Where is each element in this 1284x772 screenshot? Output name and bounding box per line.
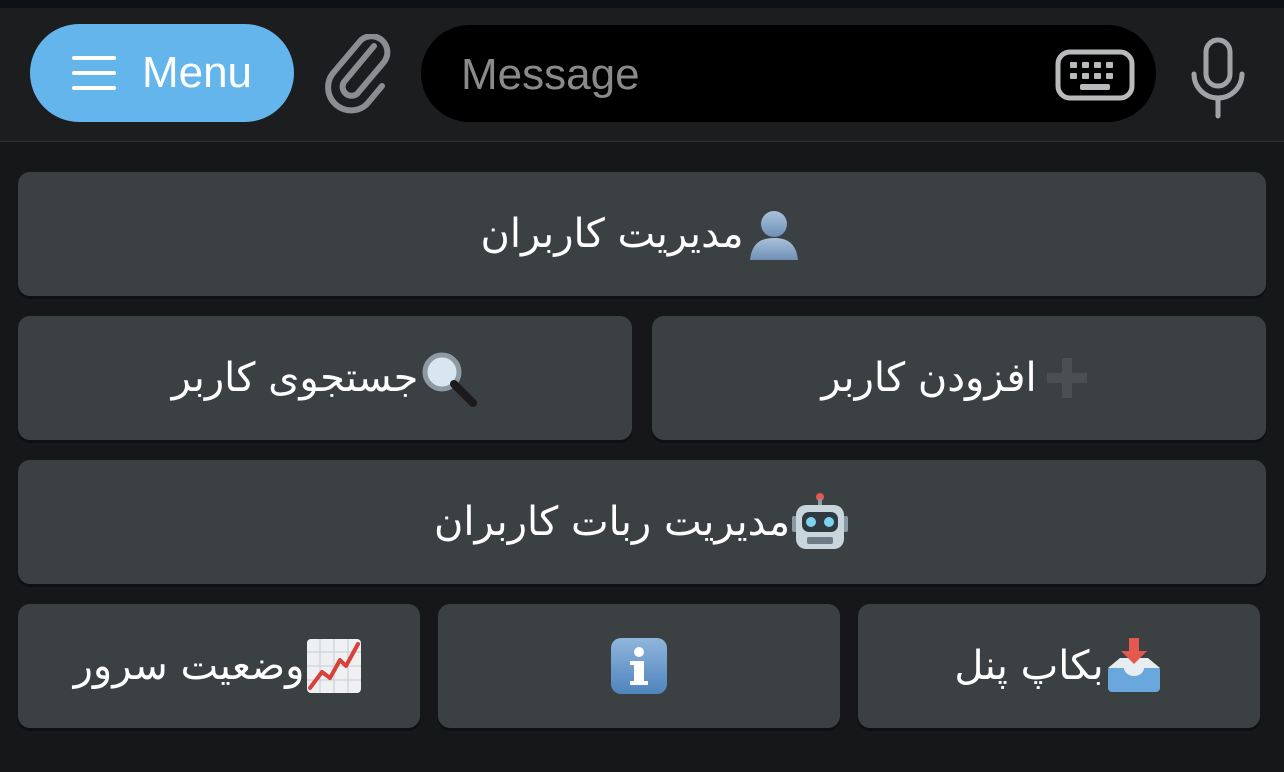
info-button[interactable] bbox=[438, 604, 840, 728]
panel-backup-button[interactable]: بکاپ پنل bbox=[858, 604, 1260, 728]
server-status-button[interactable]: وضعیت سرور bbox=[18, 604, 420, 728]
manage-user-bots-button[interactable]: مدیریت ربات کاربران bbox=[18, 460, 1266, 584]
message-box bbox=[421, 25, 1156, 124]
add-user-label: افزودن کاربر bbox=[821, 355, 1037, 401]
panel-backup-label: بکاپ پنل bbox=[954, 643, 1104, 689]
manage-users-button[interactable]: مدیریت کاربران bbox=[18, 172, 1266, 296]
message-input[interactable] bbox=[459, 25, 1043, 124]
message-composer: Menu bbox=[0, 8, 1284, 142]
magnifier-icon bbox=[418, 348, 478, 408]
manage-user-bots-label: مدیریت ربات کاربران bbox=[434, 499, 790, 545]
plus-icon bbox=[1037, 348, 1097, 408]
keyboard-icon[interactable] bbox=[1055, 49, 1135, 101]
microphone-icon[interactable] bbox=[1186, 36, 1250, 120]
information-icon bbox=[609, 636, 669, 696]
robot-icon bbox=[790, 492, 850, 552]
server-status-label: وضعیت سرور bbox=[73, 643, 305, 689]
menu-button-label: Menu bbox=[141, 48, 253, 97]
paperclip-icon[interactable] bbox=[322, 34, 394, 114]
add-user-button[interactable]: افزودن کاربر bbox=[652, 316, 1266, 440]
person-silhouette-icon bbox=[744, 204, 804, 264]
bot-reply-keyboard: مدیریت کاربران افزودن کاربر جستجوی کاربر bbox=[0, 142, 1284, 772]
search-user-label: جستجوی کاربر bbox=[171, 355, 419, 401]
inbox-tray-icon bbox=[1104, 636, 1164, 696]
menu-button[interactable]: Menu bbox=[30, 24, 294, 122]
chat-background-strip bbox=[0, 0, 1284, 8]
manage-users-label: مدیریت کاربران bbox=[480, 211, 744, 257]
search-user-button[interactable]: جستجوی کاربر bbox=[18, 316, 632, 440]
chart-increasing-icon bbox=[304, 636, 364, 696]
hamburger-icon bbox=[71, 56, 116, 90]
